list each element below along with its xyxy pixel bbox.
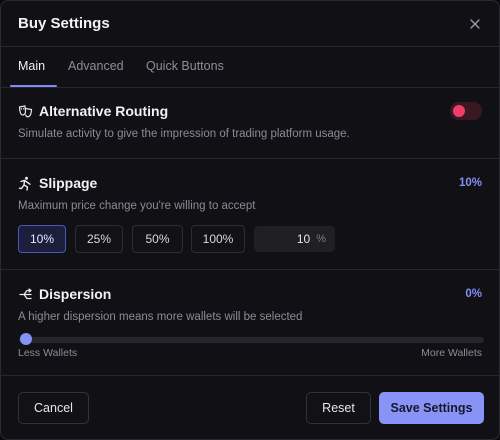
reset-button[interactable]: Reset <box>306 392 371 424</box>
routing-section: Alternative Routing Simulate activity to… <box>1 88 499 159</box>
custom-slippage-input[interactable]: 10 % <box>254 226 335 252</box>
dispersion-title: Dispersion <box>39 286 112 302</box>
routing-title: Alternative Routing <box>39 103 169 119</box>
custom-slippage-unit: % <box>316 233 326 245</box>
slippage-option-25[interactable]: 25% <box>75 225 123 253</box>
tab-quick-buttons[interactable]: Quick Buttons <box>146 59 224 73</box>
buy-settings-dialog: Buy Settings Main Advanced Quick Buttons… <box>0 0 500 440</box>
dispersion-slider-thumb[interactable] <box>20 333 32 345</box>
slippage-option-50[interactable]: 50% <box>132 225 183 253</box>
close-icon[interactable] <box>465 14 485 34</box>
tab-bar: Main Advanced Quick Buttons <box>1 47 499 88</box>
cancel-button[interactable]: Cancel <box>18 392 89 424</box>
slider-max-label: More Wallets <box>421 347 482 359</box>
save-settings-button[interactable]: Save Settings <box>379 392 484 424</box>
mask-icon <box>18 104 33 119</box>
slippage-value: 10% <box>458 177 482 189</box>
slippage-header: Slippage <box>18 173 97 193</box>
dispersion-section: Dispersion 0% A higher dispersion means … <box>1 270 499 376</box>
dispersion-slider-track[interactable] <box>19 337 484 343</box>
dialog-title: Buy Settings <box>18 15 110 32</box>
toggle-knob <box>453 105 465 117</box>
routing-header: Alternative Routing <box>18 101 168 121</box>
dispersion-value: 0% <box>465 288 482 300</box>
tab-main[interactable]: Main <box>18 59 45 73</box>
dialog-header: Buy Settings <box>1 1 499 47</box>
slider-min-label: Less Wallets <box>18 347 78 359</box>
slippage-option-10[interactable]: 10% <box>18 225 66 253</box>
routing-toggle[interactable] <box>450 102 482 120</box>
share-nodes-icon <box>18 287 33 302</box>
dispersion-description: A higher dispersion means more wallets w… <box>18 311 303 323</box>
dispersion-header: Dispersion <box>18 284 111 304</box>
active-tab-indicator <box>10 85 57 87</box>
slippage-section: Slippage 10% Maximum price change you're… <box>1 159 499 270</box>
routing-description: Simulate activity to give the impression… <box>18 128 350 140</box>
slippage-title: Slippage <box>39 175 98 191</box>
custom-slippage-value: 10 <box>296 232 311 246</box>
slippage-description: Maximum price change you're willing to a… <box>18 200 256 212</box>
tab-advanced[interactable]: Advanced <box>68 59 124 73</box>
slippage-option-100[interactable]: 100% <box>191 225 245 253</box>
running-figure-icon <box>18 176 33 191</box>
